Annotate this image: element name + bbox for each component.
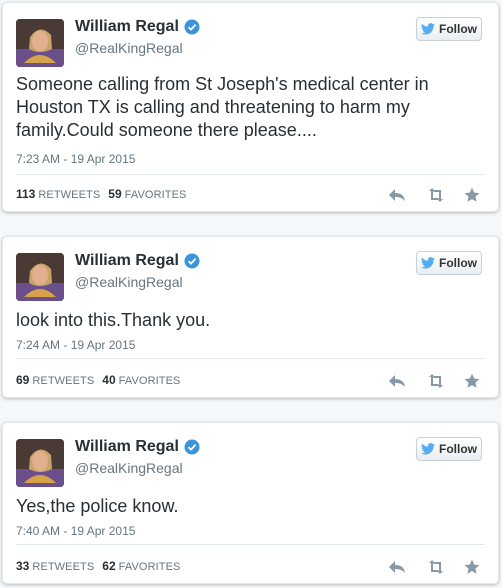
- favorite-count-label: FAVORITES: [118, 561, 181, 573]
- retweet-icon[interactable]: [426, 187, 444, 203]
- avatar-image: [16, 439, 64, 487]
- retweet-count-label: RETWEETS: [38, 189, 101, 201]
- avatar-image: [16, 19, 64, 67]
- display-name[interactable]: William Regal: [75, 438, 179, 456]
- divider: [16, 358, 485, 359]
- user-handle[interactable]: @RealKingRegal: [75, 274, 183, 290]
- retweet-count-label: RETWEETS: [32, 561, 95, 573]
- tweet-timestamp[interactable]: 7:40 AM - 19 Apr 2015: [16, 524, 135, 538]
- favorite-count[interactable]: 59 FAVORITES: [108, 187, 186, 201]
- avatar[interactable]: [16, 439, 64, 487]
- favorite-count[interactable]: 40 FAVORITES: [102, 373, 180, 387]
- favorite-count-value: 59: [108, 187, 122, 201]
- tweet-text: Yes,the police know.: [16, 496, 179, 516]
- follow-button-label: Follow: [439, 22, 477, 36]
- tweet-card: William Regal @RealKingRegal Follow Some…: [2, 2, 499, 212]
- display-name[interactable]: William Regal: [75, 252, 179, 270]
- retweet-count[interactable]: 69 RETWEETS: [16, 373, 94, 387]
- favorite-star-icon[interactable]: [464, 559, 482, 575]
- verified-badge-icon: [184, 253, 200, 269]
- retweet-count-value: 69: [16, 373, 30, 387]
- favorite-count-value: 40: [102, 373, 116, 387]
- tweet-actions: [388, 559, 482, 575]
- tweet-actions: [388, 187, 482, 203]
- favorite-star-icon[interactable]: [464, 373, 482, 389]
- avatar-image: [16, 253, 64, 301]
- verified-badge-icon: [184, 439, 200, 455]
- retweet-count[interactable]: 113 RETWEETS: [16, 187, 100, 201]
- retweet-count-value: 113: [16, 187, 36, 201]
- name-row: William Regal: [75, 18, 200, 36]
- retweet-icon[interactable]: [426, 559, 444, 575]
- follow-button[interactable]: Follow: [416, 437, 482, 461]
- retweet-count-value: 33: [16, 559, 30, 573]
- tweet-stats: 69 RETWEETS 40 FAVORITES: [16, 373, 180, 387]
- reply-icon[interactable]: [388, 559, 406, 575]
- name-row: William Regal: [75, 252, 200, 270]
- favorite-star-icon[interactable]: [464, 187, 482, 203]
- verified-badge-icon: [184, 19, 200, 35]
- twitter-bird-icon: [421, 257, 435, 269]
- user-handle[interactable]: @RealKingRegal: [75, 460, 183, 476]
- avatar[interactable]: [16, 19, 64, 67]
- reply-icon[interactable]: [388, 187, 406, 203]
- tweet-card: William Regal @RealKingRegal Follow look…: [2, 236, 499, 398]
- twitter-bird-icon: [421, 23, 435, 35]
- reply-icon[interactable]: [388, 373, 406, 389]
- tweet-timestamp[interactable]: 7:24 AM - 19 Apr 2015: [16, 338, 135, 352]
- name-row: William Regal: [75, 438, 200, 456]
- favorite-count-label: FAVORITES: [124, 189, 187, 201]
- favorite-count[interactable]: 62 FAVORITES: [102, 559, 180, 573]
- favorite-count-value: 62: [102, 559, 116, 573]
- display-name[interactable]: William Regal: [75, 18, 179, 36]
- user-handle[interactable]: @RealKingRegal: [75, 40, 183, 56]
- avatar[interactable]: [16, 253, 64, 301]
- follow-button-label: Follow: [439, 256, 477, 270]
- retweet-count[interactable]: 33 RETWEETS: [16, 559, 94, 573]
- retweet-count-label: RETWEETS: [32, 375, 95, 387]
- tweet-stats: 33 RETWEETS 62 FAVORITES: [16, 559, 180, 573]
- favorite-count-label: FAVORITES: [118, 375, 181, 387]
- twitter-bird-icon: [421, 443, 435, 455]
- tweet-text: Someone calling from St Joseph's medical…: [16, 74, 429, 140]
- follow-button-label: Follow: [439, 442, 477, 456]
- tweet-actions: [388, 373, 482, 389]
- retweet-icon[interactable]: [426, 373, 444, 389]
- tweet-timestamp[interactable]: 7:23 AM - 19 Apr 2015: [16, 152, 135, 166]
- divider: [16, 544, 485, 545]
- follow-button[interactable]: Follow: [416, 17, 482, 41]
- tweet-card: William Regal @RealKingRegal Follow Yes,…: [2, 422, 499, 584]
- tweet-stats: 113 RETWEETS 59 FAVORITES: [16, 187, 186, 201]
- divider: [16, 174, 485, 175]
- follow-button[interactable]: Follow: [416, 251, 482, 275]
- tweet-text: look into this.Thank you.: [16, 310, 211, 330]
